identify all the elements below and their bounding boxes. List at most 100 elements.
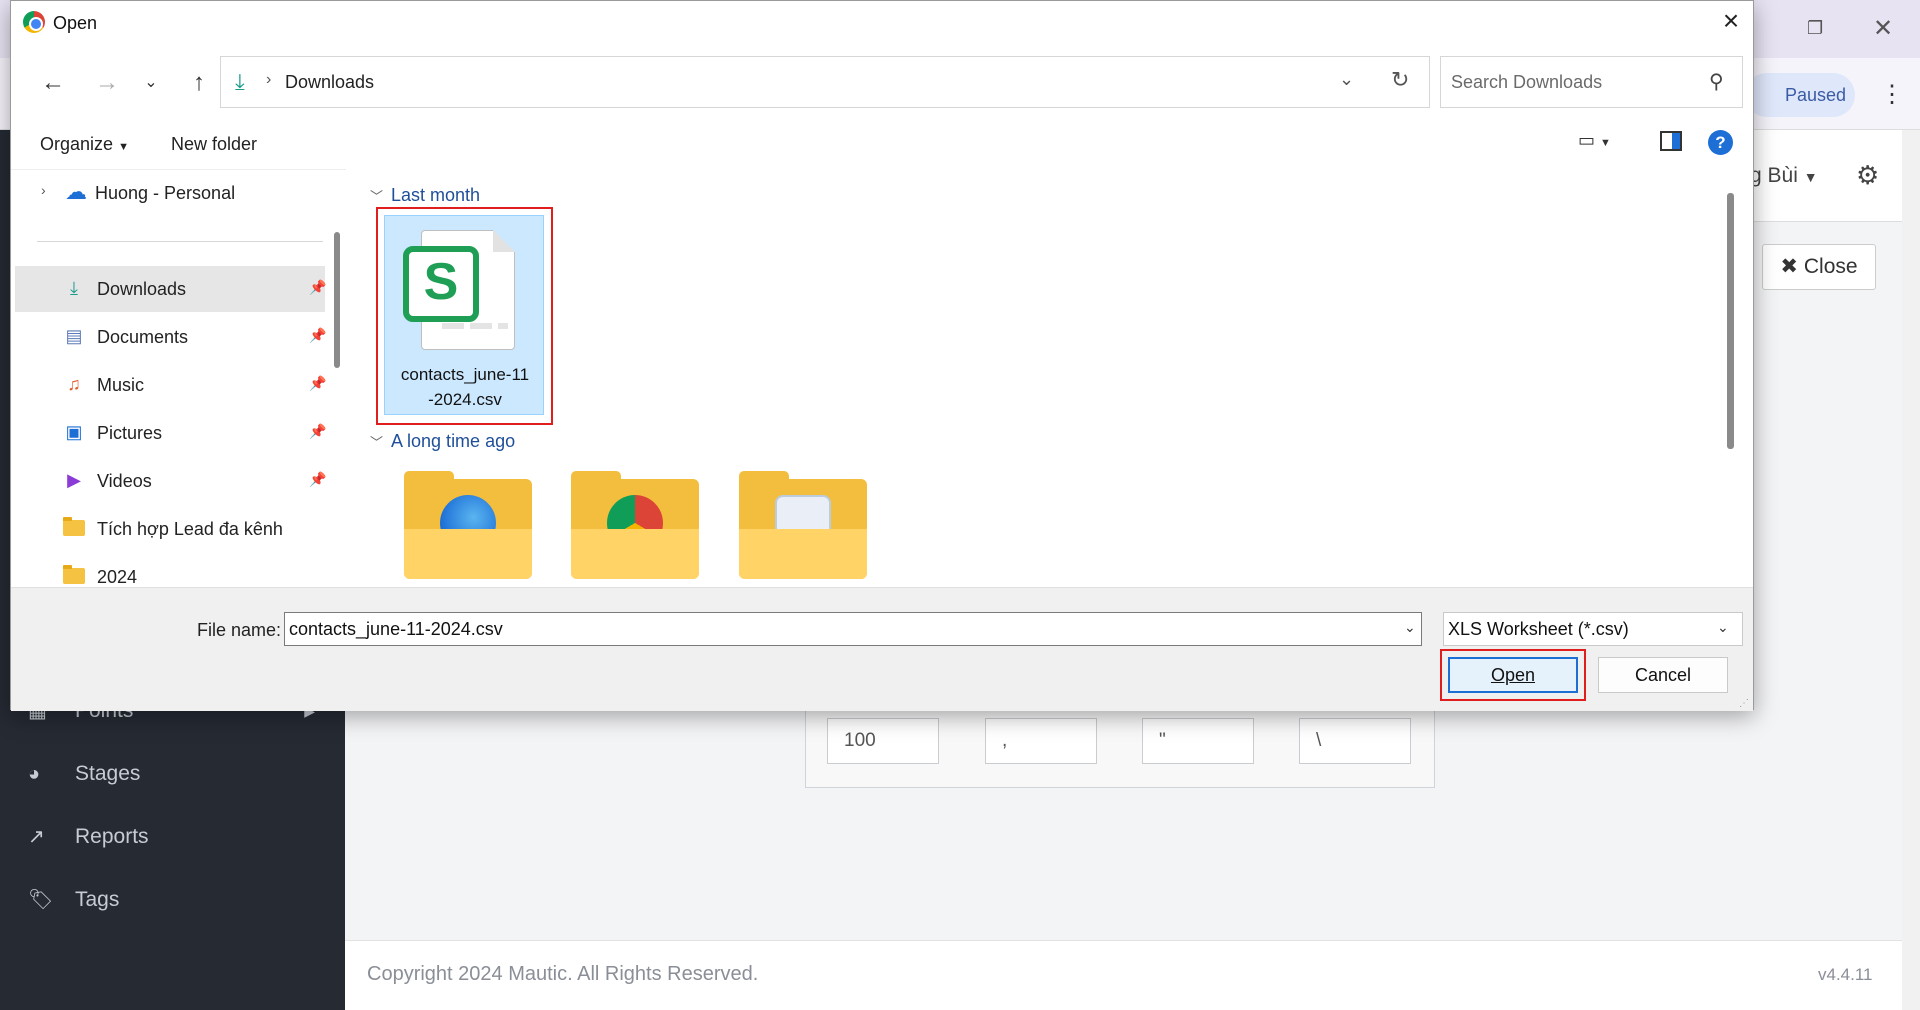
dialog-titlebar: Open × [11,1,1753,45]
nav-item-label: Music [97,375,145,395]
preview-pane-icon[interactable] [1660,131,1682,151]
nav-divider [37,241,323,242]
gear-icon[interactable]: ⚙ [1856,160,1879,191]
nav-item-label: Documents [97,327,189,347]
breadcrumb-downloads[interactable]: Downloads [285,72,374,93]
pin-icon: 📌 [309,279,327,295]
folder-item[interactable] [404,471,534,587]
file-type-select[interactable]: XLS Worksheet (*.csv) [1443,612,1743,646]
file-name-label: File name: [197,620,282,640]
browser-menu-icon[interactable]: ⋮ [1880,80,1904,109]
pictures-icon: ▣ [65,422,83,442]
navigation-pane: › ☁ Huong - Personal ⤓ Downloads 📌 ▤ Doc… [11,169,346,587]
chrome-icon [23,11,45,33]
scroll-thumb[interactable] [1727,193,1734,449]
close-x-icon: ✖ [1780,255,1799,278]
breadcrumb-separator-icon: › [266,71,272,88]
caret-down-icon: ▼ [118,141,129,153]
user-name: g Bùi [1750,164,1798,187]
batch-limit-input[interactable]: 100 [827,718,939,764]
forward-arrow-icon[interactable]: → [91,67,123,99]
dialog-bottom-bar: File name: ⌄ XLS Worksheet (*.csv) ⌄ Ope… [11,587,1753,711]
selection-highlight-box [376,207,553,425]
pin-icon: 📌 [309,423,327,439]
group-label: A long time ago [391,431,516,451]
file-list: ﹀ Last month S contacts_june-11 -2024.csv… [356,169,1739,587]
copyright-text: Copyright 2024 Mautic. All Rights Reserv… [367,963,759,985]
cancel-button[interactable]: Cancel [1598,657,1728,693]
open-file-dialog: Open × ← → ⌄ ↑ ⤓ › Downloads ⌄ ↻ ⚲ Organ… [10,0,1754,711]
nav-item-label: Videos [97,471,152,491]
search-box: ⚲ [1440,56,1743,108]
sidebar-item-label: Reports [75,825,149,848]
escape-input[interactable]: \ [1299,718,1411,764]
enclosure-input[interactable]: " [1142,718,1254,764]
folder-item[interactable] [739,471,869,587]
nav-item-videos[interactable]: ▶ Videos 📌 [15,458,327,504]
file-name-input[interactable] [284,612,1422,646]
address-bar[interactable]: ⤓ › Downloads ⌄ ↻ [220,56,1430,108]
file-type-dropdown-icon[interactable]: ⌄ [1717,619,1729,636]
pin-icon: 📌 [309,375,327,391]
delimiter-input[interactable]: , [985,718,1097,764]
resize-grip-icon[interactable]: ⋰ [1739,698,1749,709]
scroll-thumb[interactable] [334,232,340,368]
pin-icon: 📌 [309,471,327,487]
sidebar-item-stages[interactable]: ◕ Stages [0,743,345,805]
search-icon[interactable]: ⚲ [1709,69,1724,94]
recent-locations-chevron-icon[interactable]: ⌄ [135,67,167,99]
search-input[interactable] [1451,70,1691,94]
nav-item-downloads[interactable]: ⤓ Downloads 📌 [15,266,327,312]
music-icon: ♫ [67,374,81,394]
new-folder-button[interactable]: New folder [171,134,257,155]
version-text: v4.4.11 [1818,965,1873,984]
nav-item-onedrive[interactable]: › ☁ Huong - Personal [15,170,325,216]
nav-item-label: Huong - Personal [95,183,236,203]
group-header-last-month[interactable]: ﹀ Last month [370,185,480,206]
refresh-icon[interactable]: ↻ [1391,67,1409,93]
download-icon: ⤓ [235,69,245,94]
close-window-icon[interactable]: ✕ [1873,14,1893,43]
dialog-navigation-bar: ← → ⌄ ↑ ⤓ › Downloads ⌄ ↻ ⚲ [11,45,1753,119]
user-menu[interactable]: g Bùi ▼ [1750,164,1818,188]
dialog-close-icon[interactable]: × [1716,7,1746,37]
close-button-label: Close [1803,255,1858,278]
file-list-scrollbar[interactable] [1722,169,1739,587]
back-arrow-icon[interactable]: ← [37,67,69,99]
group-header-long-time-ago[interactable]: ﹀ A long time ago [370,431,515,452]
folder-icon [63,565,85,586]
tags-icon: 🏷 [28,889,54,911]
file-name-dropdown-icon[interactable]: ⌄ [1404,619,1416,636]
reports-icon: ↗ [28,826,45,848]
download-icon: ⤓ [70,278,78,298]
nav-item-label: Tích hợp Lead đa kênh [97,519,283,539]
expand-chevron-icon[interactable]: › [41,182,46,198]
folder-icon [63,517,85,538]
address-dropdown-icon[interactable]: ⌄ [1339,69,1354,90]
nav-item-documents[interactable]: ▤ Documents 📌 [15,314,326,360]
paused-sync-button[interactable]: Paused [1745,73,1855,117]
organize-menu[interactable]: Organize ▼ [40,134,129,155]
page-scrollbar[interactable] [1902,130,1920,1010]
close-button[interactable]: ✖ Close [1762,244,1876,290]
onedrive-icon: ☁ [65,179,87,204]
nav-item-folder-lead[interactable]: Tích hợp Lead đa kênh [15,506,325,552]
folder-icon [404,529,532,579]
caret-down-icon: ▼ [1803,169,1818,185]
change-view-button[interactable]: ▭ ▼ [1578,130,1611,151]
nav-item-music[interactable]: ♫ Music 📌 [15,362,327,408]
nav-item-folder-2024[interactable]: 2024 [15,554,325,587]
folder-icon [739,529,867,579]
nav-pane-scrollbar[interactable] [329,170,346,587]
sidebar-item-tags[interactable]: 🏷 Tags [0,869,345,931]
collapse-chevron-icon: ﹀ [370,435,384,450]
help-icon[interactable]: ? [1708,130,1733,155]
nav-item-pictures[interactable]: ▣ Pictures 📌 [15,410,327,456]
nav-item-label: Pictures [97,423,163,443]
open-button-highlight-box [1440,649,1586,701]
folder-icon [571,529,699,579]
restore-window-icon[interactable]: ❐ [1807,18,1825,38]
sidebar-item-reports[interactable]: ↗ Reports [0,806,345,868]
folder-item[interactable] [571,471,701,587]
up-arrow-icon[interactable]: ↑ [183,67,215,99]
